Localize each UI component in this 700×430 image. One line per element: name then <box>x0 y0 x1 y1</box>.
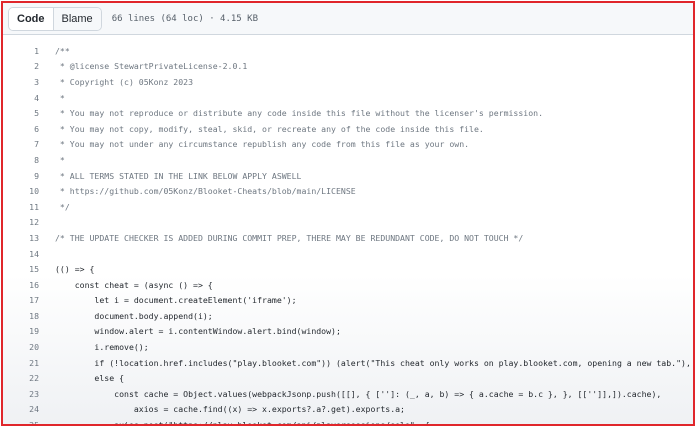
line-number[interactable]: 9 <box>3 171 39 181</box>
code-line: 12 <box>3 215 693 231</box>
line-source: * You may not reproduce or distribute an… <box>55 108 543 119</box>
line-number[interactable]: 21 <box>3 358 39 368</box>
code-line: 4 * <box>3 90 693 106</box>
line-number[interactable]: 6 <box>3 124 39 134</box>
code-line: 17 let i = document.createElement('ifram… <box>3 293 693 309</box>
code-line: 3 * Copyright (c) 05Konz 2023 <box>3 74 693 90</box>
code-line: 21 if (!location.href.includes("play.blo… <box>3 355 693 371</box>
line-source: * @license StewartPrivateLicense-2.0.1 <box>55 61 248 72</box>
line-number[interactable]: 13 <box>3 233 39 243</box>
line-number[interactable]: 5 <box>3 108 39 118</box>
code-line: 24 axios = cache.find((x) => x.exports?.… <box>3 402 693 418</box>
code-line: 9 * ALL TERMS STATED IN THE LINK BELOW A… <box>3 168 693 184</box>
line-number[interactable]: 3 <box>3 77 39 87</box>
line-source: */ <box>55 201 70 212</box>
code-line: 8 * <box>3 152 693 168</box>
code-tab-button[interactable]: Code <box>9 7 54 30</box>
line-number[interactable]: 4 <box>3 93 39 103</box>
code-line: 20 i.remove(); <box>3 339 693 355</box>
line-source: * <box>55 92 65 103</box>
code-line: 23 const cache = Object.values(webpackJs… <box>3 386 693 402</box>
line-number[interactable]: 16 <box>3 280 39 290</box>
code-line: 10 * https://github.com/05Konz/Blooket-C… <box>3 183 693 199</box>
line-number[interactable]: 24 <box>3 404 39 414</box>
code-line: 19 window.alert = i.contentWindow.alert.… <box>3 324 693 340</box>
code-line: 13 /* THE UPDATE CHECKER IS ADDED DURING … <box>3 230 693 246</box>
line-source: * <box>55 154 65 165</box>
line-source: /** <box>55 45 70 56</box>
code-line: 22 else { <box>3 370 693 386</box>
line-number[interactable]: 8 <box>3 155 39 165</box>
line-number[interactable]: 14 <box>3 249 39 259</box>
line-number[interactable]: 17 <box>3 295 39 305</box>
line-source: let i = document.createElement('iframe')… <box>55 295 297 306</box>
line-number[interactable]: 15 <box>3 264 39 274</box>
line-number[interactable]: 11 <box>3 202 39 212</box>
line-number[interactable]: 20 <box>3 342 39 352</box>
code-line: 25 axios.post("https://play.blooket.com/… <box>3 417 693 426</box>
line-source: axios = cache.find((x) => x.exports?.a?.… <box>55 404 405 415</box>
code-listing[interactable]: 1 /** 2 * @license StewartPrivateLicense-2… <box>3 35 693 426</box>
line-source: * ALL TERMS STATED IN THE LINK BELOW APP… <box>55 170 302 181</box>
line-number[interactable]: 22 <box>3 373 39 383</box>
line-number[interactable]: 23 <box>3 389 39 399</box>
line-source: * Copyright (c) 05Konz 2023 <box>55 76 194 87</box>
code-line: 15 (() => { <box>3 261 693 277</box>
line-number[interactable]: 10 <box>3 186 39 196</box>
line-number[interactable]: 25 <box>3 420 39 424</box>
line-source: * You may not under any circumstance rep… <box>55 139 470 150</box>
line-number[interactable]: 19 <box>3 326 39 336</box>
line-source: * https://github.com/05Konz/Blooket-Chea… <box>55 186 356 197</box>
code-line: 14 <box>3 246 693 262</box>
code-line: 6 * You may not copy, modify, steal, ski… <box>3 121 693 137</box>
blame-tab-button[interactable]: Blame <box>53 7 101 30</box>
code-line: 11 */ <box>3 199 693 215</box>
code-viewer: Code Blame 66 lines (64 loc) · 4.15 KB 1… <box>1 1 695 426</box>
line-source: (() => { <box>55 264 95 275</box>
line-source: const cache = Object.values(webpackJsonp… <box>55 388 662 399</box>
line-number[interactable]: 7 <box>3 139 39 149</box>
line-source: axios.post("https://play.blooket.com/api… <box>55 420 430 426</box>
line-number[interactable]: 1 <box>3 46 39 56</box>
code-line: 16 const cheat = (async () => { <box>3 277 693 293</box>
line-number[interactable]: 12 <box>3 217 39 227</box>
line-source: else { <box>55 373 125 384</box>
code-line: 18 document.body.append(i); <box>3 308 693 324</box>
code-line: 2 * @license StewartPrivateLicense-2.0.1 <box>3 59 693 75</box>
line-source: if (!location.href.includes("play.blooke… <box>94 357 691 368</box>
line-source: /* THE UPDATE CHECKER IS ADDED DURING CO… <box>55 232 524 243</box>
file-meta-info: 66 lines (64 loc) · 4.15 KB <box>111 13 258 24</box>
code-line: 7 * You may not under any circumstance r… <box>3 137 693 153</box>
code-line: 5 * You may not reproduce or distribute … <box>3 105 693 121</box>
line-number[interactable]: 18 <box>3 311 39 321</box>
line-source: window.alert = i.contentWindow.alert.bin… <box>55 326 341 337</box>
line-number[interactable]: 2 <box>3 61 39 71</box>
line-source: i.remove(); <box>55 342 149 353</box>
code-line: 1 /** <box>3 43 693 59</box>
line-source: * You may not copy, modify, steal, skid,… <box>55 123 484 134</box>
file-toolbar: Code Blame 66 lines (64 loc) · 4.15 KB <box>3 3 693 35</box>
view-mode-toggle: Code Blame <box>8 6 102 31</box>
line-source: const cheat = (async () => { <box>55 279 213 290</box>
line-source: document.body.append(i); <box>55 310 213 321</box>
